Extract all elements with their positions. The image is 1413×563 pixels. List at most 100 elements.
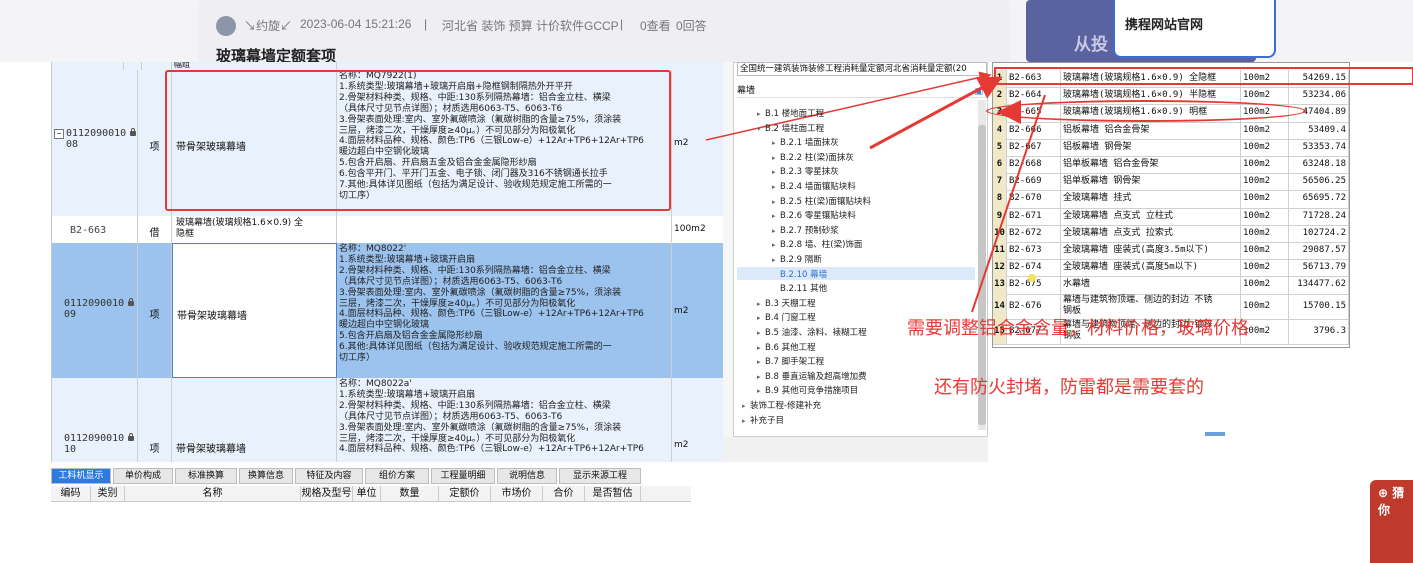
tab-bottom[interactable]: 工料机显示 xyxy=(51,468,111,484)
column-header[interactable]: 是否暂估 xyxy=(585,486,641,502)
quota-cell-price: 29087.57 xyxy=(1289,242,1349,260)
tree-item[interactable]: ▸ B.2.5 柱(梁)面镶贴块料 xyxy=(772,195,871,207)
quota-cell-name: 铝板幕墙 钢骨架 xyxy=(1061,138,1241,156)
quota-cell-n: 12 xyxy=(993,259,1007,277)
corner-badge[interactable]: ⊕ 猜你 xyxy=(1370,480,1413,563)
quota-cell-price: 134477.62 xyxy=(1289,276,1349,294)
quota-row[interactable]: 13 B2-675 水幕墙 100m2 134477.62 xyxy=(993,276,1349,295)
tree-item[interactable]: ▸ B.2.8 墙、柱(梁)饰面 xyxy=(772,238,862,250)
tree-item[interactable]: ▸ B.2.1 墙面抹灰 xyxy=(772,136,839,148)
tree-item[interactable]: ▸ B.5 油漆、涂料、裱糊工程 xyxy=(757,326,867,338)
tree-search-input[interactable]: 幕墙 ▣ xyxy=(737,84,987,98)
column-header[interactable]: 合价 xyxy=(543,486,585,502)
chevron-right-icon[interactable]: ▸ xyxy=(772,183,780,191)
tree-item[interactable]: ▸ B.3 天棚工程 xyxy=(757,297,816,309)
tree-item[interactable]: ▸ B.8 垂直运输及超高增加费 xyxy=(757,370,867,382)
tree-item[interactable]: ▸ B.1 楼地面工程 xyxy=(757,107,824,119)
chevron-right-icon[interactable]: ▸ xyxy=(757,358,765,366)
quota-cell-n: 2 xyxy=(993,87,1007,105)
quota-cell-unit: 100m2 xyxy=(1241,276,1289,294)
column-header[interactable]: 单位 xyxy=(353,486,381,502)
quota-row[interactable]: 4 B2-666 铝板幕墙 铝合金骨架 100m2 53409.4 xyxy=(993,121,1349,140)
chevron-right-icon[interactable]: ▸ xyxy=(757,387,765,395)
horizontal-scroll-thumb[interactable] xyxy=(1205,432,1225,436)
tree-item[interactable]: ▸ B.2.9 隔断 xyxy=(772,253,822,265)
tree-item[interactable]: ▸ 装饰工程-修建补充 xyxy=(742,399,821,411)
tab-bottom[interactable]: 显示来源工程 xyxy=(559,468,641,484)
tree-item[interactable]: ▸ B.2.2 柱(梁)面抹灰 xyxy=(772,151,854,163)
collapse-icon[interactable]: − xyxy=(54,129,64,139)
column-header[interactable]: 规格及型号 xyxy=(301,486,353,502)
region-tags[interactable]: 河北省 装饰 预算 计价软件GCCP xyxy=(442,17,619,34)
table-row-selected[interactable]: 0112090010 09 项 带骨架玻璃幕墙 名称：MQ8022' 1.系统类… xyxy=(52,243,724,379)
chevron-right-icon[interactable]: ▸ xyxy=(742,417,750,425)
quota-row[interactable]: 5 B2-667 铝板幕墙 钢骨架 100m2 53353.74 xyxy=(993,138,1349,157)
tab-bottom[interactable]: 工程量明细 xyxy=(431,468,495,484)
author-name[interactable]: ↘约旋↙ xyxy=(244,17,292,34)
column-header[interactable]: 类别 xyxy=(91,486,125,502)
tree-item[interactable]: ▸ B.4 门窗工程 xyxy=(757,311,816,323)
tree-item[interactable]: ▸ 补充子目 xyxy=(742,414,784,426)
search-icon[interactable]: ▣ xyxy=(974,85,983,99)
chevron-right-icon[interactable]: ▸ xyxy=(772,139,780,147)
quota-row[interactable]: 10 B2-672 全玻璃幕墙 点支式 拉索式 100m2 102724.2 xyxy=(993,224,1349,243)
column-header[interactable]: 定额价 xyxy=(439,486,491,502)
tree-item[interactable]: ▸ B.9 其他可竞争措施项目 xyxy=(757,384,858,396)
tab-bottom[interactable]: 标准换算 xyxy=(175,468,237,484)
column-header[interactable]: 名称 xyxy=(125,486,301,502)
tree-item[interactable]: B.2.10 幕墙 xyxy=(772,268,827,280)
chevron-right-icon[interactable]: ▸ xyxy=(772,168,780,176)
column-header[interactable]: 数量 xyxy=(381,486,439,502)
tree-item[interactable]: ▸ B.6 其他工程 xyxy=(757,341,816,353)
chevron-right-icon[interactable]: ▸ xyxy=(772,212,780,220)
popup-card[interactable]: 携程网站官网 xyxy=(1113,0,1276,58)
column-header[interactable]: 市场价 xyxy=(491,486,543,502)
tree-item[interactable]: B.2.11 其他 xyxy=(772,282,827,294)
column-header[interactable]: 编码 xyxy=(51,486,91,502)
table-row[interactable]: B2-663 借 玻璃幕墙(玻璃规格1.6×0.9) 全 隐框 100m2 xyxy=(52,216,724,244)
quota-cell-name: 全玻璃幕墙 点支式 拉索式 xyxy=(1061,224,1241,242)
quota-row[interactable]: 12 B2-674 全玻璃幕墙 座装式(高度5m以下) 100m2 56713.79 xyxy=(993,259,1349,278)
chevron-right-icon[interactable]: ▸ xyxy=(742,402,750,410)
tree-item[interactable]: ▸ B.2.4 墙面镶贴块料 xyxy=(772,180,856,192)
chevron-right-icon[interactable]: ▸ xyxy=(757,110,765,118)
chevron-right-icon[interactable]: ▸ xyxy=(772,227,780,235)
grid-cell-description: 名称：MQ8022a' 1.系统类型:玻璃幕墙+玻璃开启扇 2.骨架材料种类、规… xyxy=(337,378,672,462)
quota-library-select[interactable]: 全国统一建筑装饰装修工程消耗量定额河北省消耗量定额(20 xyxy=(737,62,987,76)
tab-bottom[interactable]: 换算信息 xyxy=(239,468,293,484)
chevron-right-icon[interactable]: ▸ xyxy=(772,154,780,162)
tree-item[interactable]: ▸ B.2.6 零星镶贴块料 xyxy=(772,209,856,221)
quota-cell-n: 10 xyxy=(993,224,1007,242)
lock-icon xyxy=(130,128,137,136)
tree-item-label: B.1 楼地面工程 xyxy=(765,109,825,119)
quota-cell-n: 6 xyxy=(993,156,1007,174)
tab-bottom[interactable]: 说明信息 xyxy=(497,468,557,484)
chevron-right-icon[interactable]: ▸ xyxy=(757,344,765,352)
author-avatar[interactable] xyxy=(216,16,236,36)
chevron-right-icon[interactable]: ▸ xyxy=(757,300,765,308)
quota-row[interactable]: 7 B2-669 铝单板幕墙 钢骨架 100m2 56506.25 xyxy=(993,173,1349,192)
chevron-right-icon[interactable]: ▸ xyxy=(772,198,780,206)
tree-item[interactable]: ▸ B.2.3 零星抹灰 xyxy=(772,165,839,177)
tree-item-label: B.6 其他工程 xyxy=(765,342,816,353)
quota-row[interactable]: 11 B2-673 全玻璃幕墙 座装式(高度3.5m以下) 100m2 29087.57 xyxy=(993,242,1349,261)
quota-row[interactable]: 8 B2-670 全玻璃幕墙 挂式 100m2 65695.72 xyxy=(993,190,1349,209)
grid-cell-name-editing[interactable]: 带骨架玻璃幕墙 xyxy=(172,243,337,378)
answer-count: 0回答 xyxy=(676,19,707,33)
chevron-right-icon[interactable]: ▸ xyxy=(757,329,765,337)
tree-item[interactable]: ▸ B.2.7 预制砂浆 xyxy=(772,224,839,236)
chevron-right-icon[interactable]: ▸ xyxy=(757,314,765,322)
quota-row[interactable]: 6 B2-668 铝单板幕墙 铝合金骨架 100m2 63248.18 xyxy=(993,156,1349,175)
quota-row[interactable]: 9 B2-671 全玻璃幕墙 点支式 立柱式 100m2 71728.24 xyxy=(993,207,1349,226)
table-row[interactable]: 0112090010 10 项 带骨架玻璃幕墙 名称：MQ8022a' 1.系统… xyxy=(52,378,724,462)
quota-cell-unit: 100m2 xyxy=(1241,121,1289,139)
tree-item[interactable]: ▸ B.7 脚手架工程 xyxy=(757,355,824,367)
chevron-right-icon[interactable]: ▸ xyxy=(772,241,780,249)
chevron-down-icon[interactable]: ▾ xyxy=(757,125,765,133)
tab-bottom[interactable]: 特征及内容 xyxy=(295,468,363,484)
tree-item[interactable]: ▾ B.2 墙柱面工程 xyxy=(757,122,824,134)
chevron-right-icon[interactable]: ▸ xyxy=(757,373,765,381)
tab-bottom[interactable]: 单价构成 xyxy=(113,468,173,484)
chevron-right-icon[interactable]: ▸ xyxy=(772,256,780,264)
tab-bottom[interactable]: 组价方案 xyxy=(365,468,429,484)
